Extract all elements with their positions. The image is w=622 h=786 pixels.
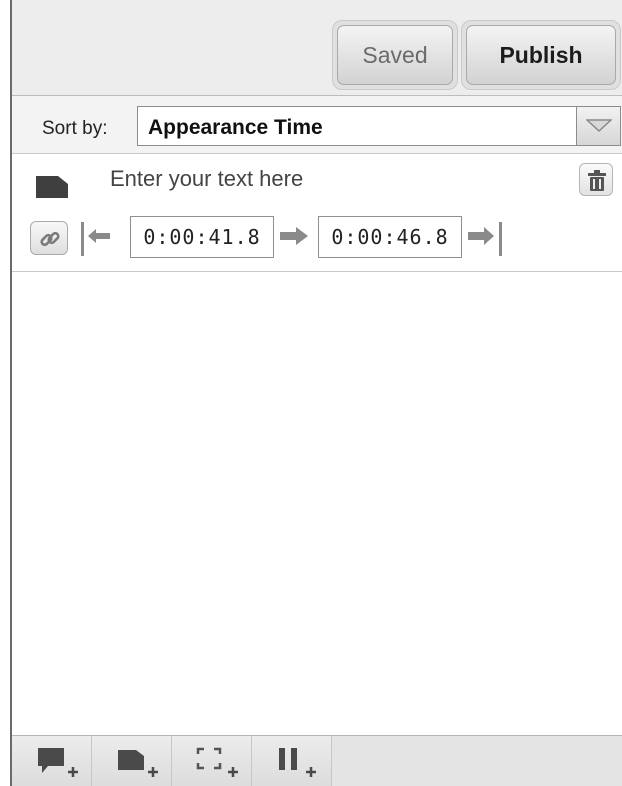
header-bar: Saved Publish xyxy=(12,0,622,95)
annotation-text-field[interactable]: Enter your text here xyxy=(110,166,303,192)
sort-dropdown[interactable]: Appearance Time xyxy=(137,106,621,146)
link-button[interactable] xyxy=(30,221,68,255)
chevron-down-icon xyxy=(586,119,612,133)
add-speech-bubble-icon xyxy=(38,748,78,777)
publish-button-frame: Publish xyxy=(461,20,621,90)
add-speech-bubble-button[interactable] xyxy=(12,736,92,786)
arrow-right-icon xyxy=(280,227,308,245)
end-time-field[interactable]: 0:00:46.8 xyxy=(318,216,462,258)
add-note-icon xyxy=(118,750,158,777)
annotation-item[interactable]: Enter your text here 0:00:41.8 0:00:46.8 xyxy=(12,154,622,272)
sort-bar: Sort by: Appearance Time xyxy=(12,96,622,154)
saved-button-frame: Saved xyxy=(332,20,458,90)
saved-button[interactable]: Saved xyxy=(337,25,453,85)
go-to-end-icon[interactable] xyxy=(466,218,508,258)
annotation-editor: Saved Publish Sort by: Appearance Time E… xyxy=(10,0,622,786)
add-pause-icon xyxy=(279,748,316,777)
delete-button[interactable] xyxy=(579,163,613,196)
annotation-list-panel: Sort by: Appearance Time Enter your text… xyxy=(12,95,622,736)
sort-label: Sort by: xyxy=(42,118,108,139)
add-spotlight-icon xyxy=(196,747,238,777)
sort-selected-value: Appearance Time xyxy=(148,116,323,139)
sort-dropdown-toggle[interactable] xyxy=(576,107,620,145)
link-icon xyxy=(40,231,60,247)
add-spotlight-button[interactable] xyxy=(172,736,252,786)
start-time-field[interactable]: 0:00:41.8 xyxy=(130,216,274,258)
add-pause-button[interactable] xyxy=(252,736,332,786)
empty-list-area xyxy=(12,272,622,736)
publish-button[interactable]: Publish xyxy=(466,25,616,85)
note-icon xyxy=(36,176,68,198)
add-note-button[interactable] xyxy=(92,736,172,786)
bottom-toolbar xyxy=(12,735,622,786)
trash-icon xyxy=(588,170,606,191)
go-to-start-icon[interactable] xyxy=(78,218,118,258)
